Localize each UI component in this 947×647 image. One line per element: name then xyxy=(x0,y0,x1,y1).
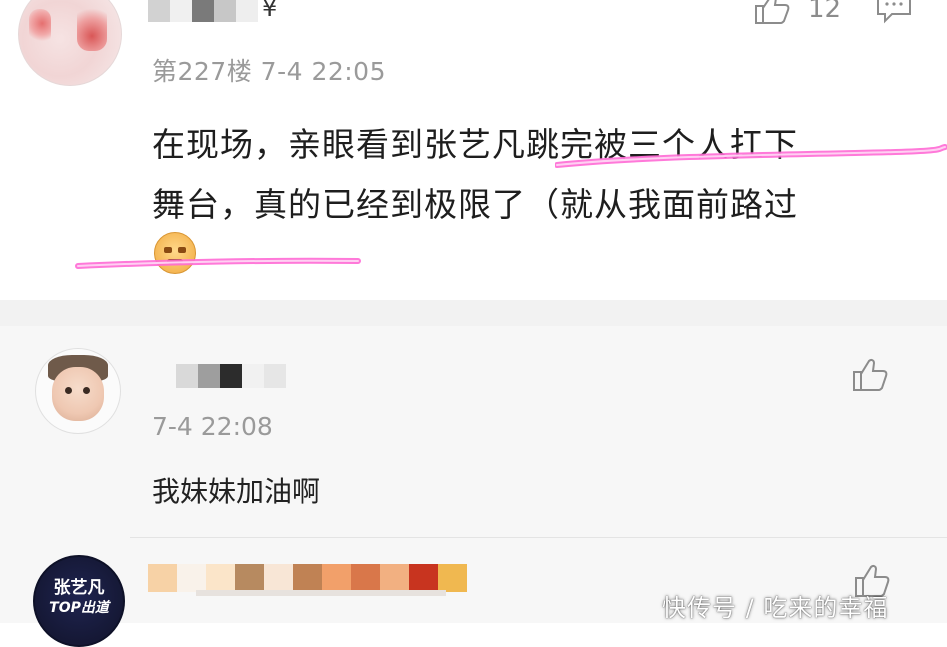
mosaic-block xyxy=(170,0,192,22)
thumbs-up-icon[interactable] xyxy=(850,356,890,392)
mosaic-block xyxy=(177,564,206,592)
mosaic-block xyxy=(293,564,322,592)
mosaic-block xyxy=(192,0,214,22)
mosaic-block xyxy=(176,364,198,388)
mosaic-block xyxy=(264,364,286,388)
mosaic-block xyxy=(235,564,264,592)
username-blurred[interactable] xyxy=(176,364,286,388)
thumbs-up-icon[interactable] xyxy=(752,0,792,24)
mosaic-block xyxy=(322,564,351,592)
avatar-mark xyxy=(29,9,51,45)
mosaic-block xyxy=(220,364,242,388)
floor-and-time: 第227楼 7-4 22:05 xyxy=(152,57,386,86)
avatar-text: TOP出道 xyxy=(49,600,109,616)
avatar-mark xyxy=(77,1,107,51)
avatar-face xyxy=(52,367,104,421)
blurred-strip xyxy=(196,590,446,596)
avatar[interactable] xyxy=(35,348,121,434)
mosaic-block xyxy=(380,564,409,592)
pink-highlight-underline xyxy=(555,144,947,168)
mosaic-block xyxy=(198,364,220,388)
comment-text-line: 舞台，真的已经到极限了（就从我面前路过 xyxy=(152,185,798,224)
username-blurred[interactable] xyxy=(148,564,467,592)
mosaic-block xyxy=(206,564,235,592)
username-blurred[interactable] xyxy=(148,0,258,22)
mosaic-block xyxy=(438,564,467,592)
pink-highlight-underline xyxy=(75,257,361,269)
reply-text: 我妹妹加油啊 xyxy=(152,475,321,508)
avatar-eye xyxy=(83,387,90,394)
avatar[interactable]: 张艺凡 TOP出道 xyxy=(33,555,125,647)
mosaic-block xyxy=(236,0,258,22)
watermark: 快传号 / 吃来的幸福 xyxy=(662,594,889,622)
mosaic-block xyxy=(148,564,177,592)
mosaic-block xyxy=(242,364,264,388)
mosaic-block xyxy=(214,0,236,22)
reply-time: 7-4 22:08 xyxy=(152,412,273,441)
username-tail: ¥ xyxy=(262,0,278,22)
mosaic-block xyxy=(264,564,293,592)
section-divider xyxy=(0,300,947,332)
reply-section xyxy=(0,326,947,623)
mosaic-block xyxy=(409,564,438,592)
mosaic-block xyxy=(351,564,380,592)
avatar-eye xyxy=(65,387,72,394)
mosaic-block xyxy=(148,0,170,22)
like-count: 12 xyxy=(808,0,842,24)
comment-icon[interactable] xyxy=(874,0,914,24)
reply-separator xyxy=(130,537,947,538)
avatar-text: 张艺凡 xyxy=(53,578,105,598)
